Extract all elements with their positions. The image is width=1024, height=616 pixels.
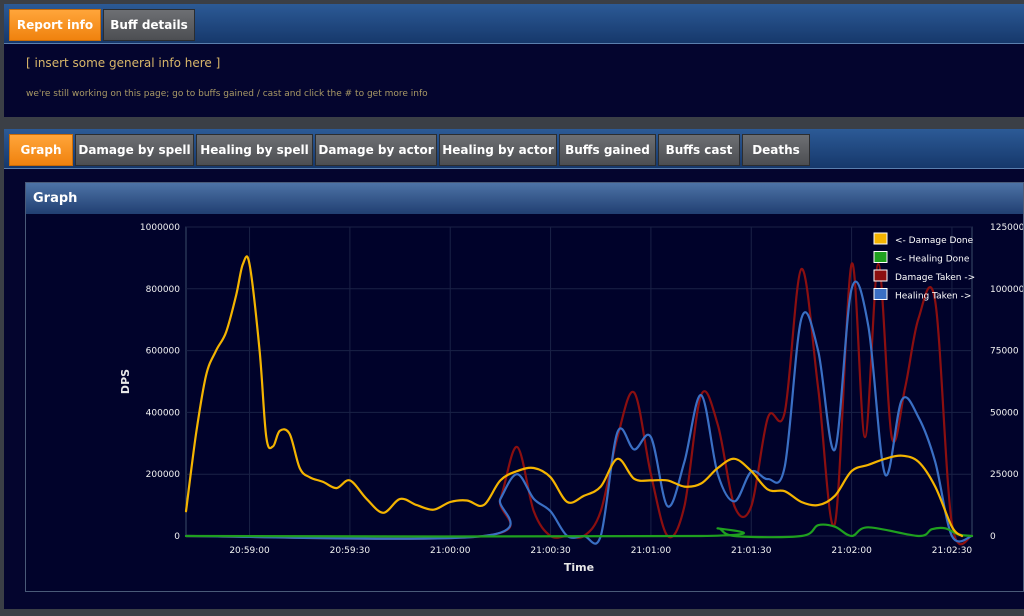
graph-header: Graph <box>26 183 1023 214</box>
x-tick: 21:02:00 <box>831 546 872 556</box>
legend-label-healing-done: <- Healing Done <box>895 255 970 265</box>
y-tick-right: 75000 <box>990 347 1019 357</box>
legend-swatch-damage-done <box>873 232 888 245</box>
x-tick: 21:02:30 <box>932 546 973 556</box>
general-info-text: [ insert some general info here ] <box>26 56 221 70</box>
tab-healing-by-spell[interactable]: Healing by spell <box>196 134 313 166</box>
report-info-panel: Report info Buff details [ insert some g… <box>4 4 1024 117</box>
x-tick: 21:01:00 <box>631 546 672 556</box>
legend-label-damage-taken: Damage Taken -> <box>895 273 975 283</box>
work-in-progress-note: we're still working on this page; go to … <box>26 89 428 99</box>
x-axis-label: Time <box>564 561 594 574</box>
y-tick-left: 0 <box>174 532 180 542</box>
graph-title: Graph <box>33 191 78 206</box>
y-tick-right: 100000 <box>990 285 1023 295</box>
dps-chart: 0 200000 400000 600000 800000 1000000 0 25000 50… <box>119 223 1023 574</box>
legend-label-damage-done: <- Damage Done <box>895 236 974 246</box>
y-tick-right: 50000 <box>990 408 1019 418</box>
tab-healing-by-actor[interactable]: Healing by actor <box>439 134 557 166</box>
legend-swatch-healing-done <box>873 251 888 263</box>
report-tab-bar: Report info Buff details <box>4 4 1024 44</box>
tab-buff-details[interactable]: Buff details <box>103 9 195 41</box>
graph-container: Graph 0 200000 400000 600000 800000 1000000 0 2… <box>25 182 1024 592</box>
y-tick-right: 125000 <box>990 223 1023 233</box>
section-tab-bar: Graph Damage by spell Healing by spell D… <box>4 129 1024 169</box>
x-tick: 21:00:00 <box>430 546 471 556</box>
tab-graph[interactable]: Graph <box>9 134 73 166</box>
x-tick: 21:00:30 <box>530 546 571 556</box>
tab-buffs-gained[interactable]: Buffs gained <box>559 134 656 166</box>
y-tick-left: 1000000 <box>140 223 180 233</box>
y-tick-left: 800000 <box>146 285 181 295</box>
y-tick-left: 200000 <box>146 470 181 480</box>
y-tick-right: 0 <box>990 532 996 542</box>
y-tick-right: 25000 <box>990 470 1019 480</box>
tab-buffs-cast[interactable]: Buffs cast <box>658 134 740 166</box>
tab-damage-by-actor[interactable]: Damage by actor <box>315 134 437 166</box>
tab-report-info[interactable]: Report info <box>9 9 101 41</box>
legend-swatch-healing-taken <box>873 288 888 300</box>
legend-swatch-damage-taken <box>873 269 888 282</box>
y-tick-left: 600000 <box>146 347 181 357</box>
x-tick: 21:01:30 <box>731 546 772 556</box>
y-axis-label: DPS <box>119 369 132 394</box>
x-tick: 20:59:30 <box>330 546 371 556</box>
x-tick: 20:59:00 <box>229 546 270 556</box>
legend-label-healing-taken: Healing Taken -> <box>895 292 971 302</box>
tab-damage-by-spell[interactable]: Damage by spell <box>75 134 194 166</box>
y-tick-left: 400000 <box>146 408 181 418</box>
report-details-panel: Graph Damage by spell Healing by spell D… <box>4 129 1024 609</box>
tab-deaths[interactable]: Deaths <box>742 134 810 166</box>
